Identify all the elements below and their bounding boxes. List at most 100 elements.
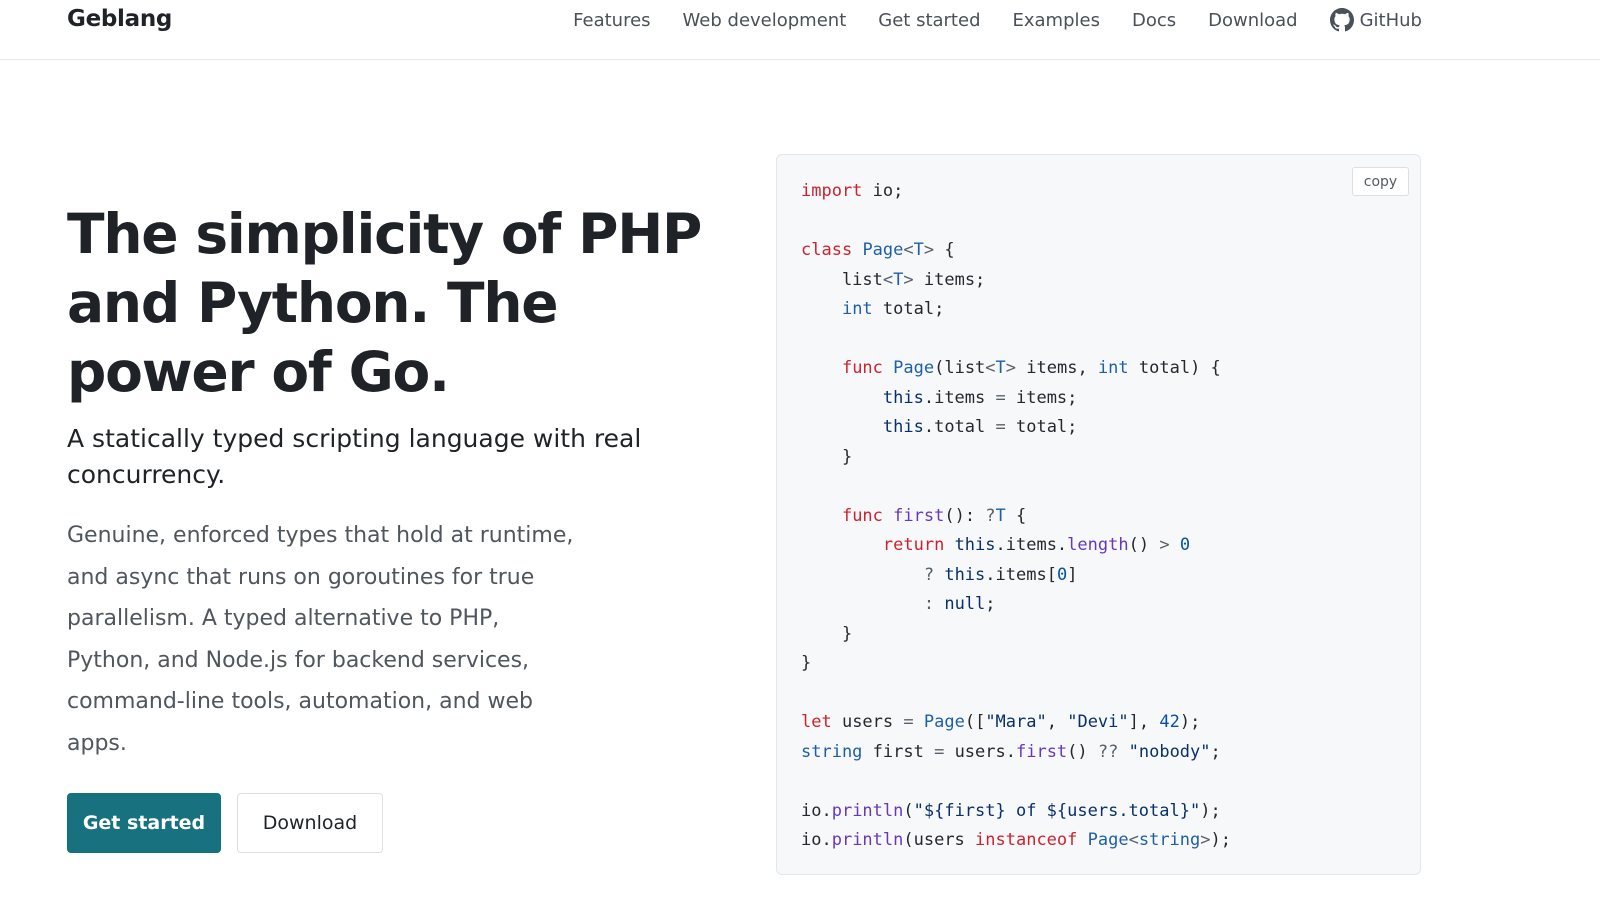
code-token: =: [995, 387, 1006, 408]
hero-subtitle: A statically typed scripting language wi…: [67, 424, 642, 489]
code-token: null: [944, 594, 986, 614]
nav-docs[interactable]: Docs: [1132, 10, 1176, 31]
code-line: return this.items.length() > 0: [801, 531, 1231, 561]
code-token: ?: [923, 564, 935, 585]
code-token: class: [801, 240, 853, 260]
code-token: instanceof: [975, 830, 1078, 850]
code-line: ? this.items[0]: [801, 561, 1231, 591]
code-token: >: [1159, 535, 1170, 555]
code-token: total;: [1005, 417, 1078, 437]
code-token: users: [831, 712, 904, 732]
code-token: ([: [964, 712, 986, 732]
code-token: Page: [923, 712, 965, 732]
code-line: func Page(list<T> items, int total) {: [801, 354, 1231, 384]
code-token: import: [801, 181, 863, 201]
code-token: this: [944, 564, 986, 585]
code-line: import io;: [801, 177, 1231, 207]
code-token: func: [841, 358, 883, 378]
hero-title: The simplicity of PHP and Python. The po…: [67, 202, 702, 404]
nav-github[interactable]: GitHub: [1329, 8, 1422, 32]
code-token: <: [903, 240, 914, 260]
code-token: println: [831, 800, 904, 821]
code-token: >: [1005, 358, 1017, 378]
code-token: }: [801, 653, 812, 673]
top-navigation-bar: Geblang Features Web development Get sta…: [0, 0, 1600, 60]
code-token: io.: [801, 800, 832, 821]
code-token: T: [995, 358, 1006, 378]
hero-description: Genuine, enforced types that hold at run…: [67, 523, 574, 756]
download-button[interactable]: Download: [237, 793, 383, 853]
code-token: 0: [1056, 564, 1068, 585]
code-token: =: [934, 741, 945, 762]
code-line: }: [801, 620, 1231, 650]
code-token: println: [831, 830, 904, 850]
code-token: items;: [913, 269, 986, 290]
code-token: ]: [1067, 564, 1078, 585]
code-line: this.items = items;: [801, 384, 1231, 414]
code-token: :: [923, 594, 935, 614]
code-token: string: [1138, 830, 1201, 850]
nav-github-label: GitHub: [1359, 9, 1422, 31]
code-token: string: [801, 741, 863, 762]
code-token: ;: [985, 594, 996, 614]
code-token: Page: [862, 240, 904, 260]
nav-examples[interactable]: Examples: [1013, 10, 1100, 31]
code-line: class Page<T> {: [801, 236, 1231, 266]
get-started-button[interactable]: Get started: [67, 793, 221, 853]
code-token: =: [995, 417, 1006, 437]
code-line: int total;: [801, 295, 1231, 325]
code-token: {: [934, 240, 955, 260]
code-token: 42: [1159, 712, 1180, 732]
code-token: T: [995, 505, 1006, 526]
code-token: }: [801, 623, 853, 644]
code-token: T: [893, 269, 904, 290]
code-token: .items: [923, 387, 996, 408]
code-token: T: [913, 240, 924, 260]
code-token: <: [882, 269, 894, 290]
code-line: io.println(users instanceof Page<string>…: [801, 826, 1231, 856]
brand-logo[interactable]: Geblang: [67, 6, 172, 32]
code-token: (): [1067, 741, 1098, 762]
nav-web-development[interactable]: Web development: [683, 10, 847, 31]
copy-button[interactable]: copy: [1352, 167, 1409, 196]
code-token: ],: [1128, 712, 1160, 732]
nav-features[interactable]: Features: [573, 10, 650, 31]
code-line: list<T> items;: [801, 266, 1231, 296]
code-line: }: [801, 443, 1231, 473]
code-token: first: [862, 741, 935, 762]
nav-download[interactable]: Download: [1208, 10, 1297, 31]
nav-get-started[interactable]: Get started: [878, 10, 980, 31]
code-token: (: [903, 800, 914, 821]
code-token: <: [1128, 830, 1139, 850]
code-token: ;: [1210, 741, 1221, 762]
code-token: ():: [944, 505, 986, 526]
code-token: return: [882, 535, 945, 555]
code-token: "nobody": [1128, 741, 1211, 762]
code-token: );: [1179, 712, 1201, 732]
code-token: <: [985, 358, 996, 378]
code-token: "${first} of ${users.total}": [913, 800, 1201, 821]
code-token: .total: [923, 417, 996, 437]
code-line: let users = Page(["Mara", "Devi"], 42);: [801, 708, 1231, 738]
code-line: io.println("${first} of ${users.total}")…: [801, 797, 1231, 827]
code-example-card: copy import io; class Page<T> { list<T> i…: [776, 154, 1421, 875]
code-block[interactable]: import io; class Page<T> { list<T> items;…: [801, 177, 1231, 856]
code-token: (list: [934, 358, 986, 378]
code-token: length: [1067, 535, 1129, 555]
code-token: items,: [1016, 358, 1098, 378]
